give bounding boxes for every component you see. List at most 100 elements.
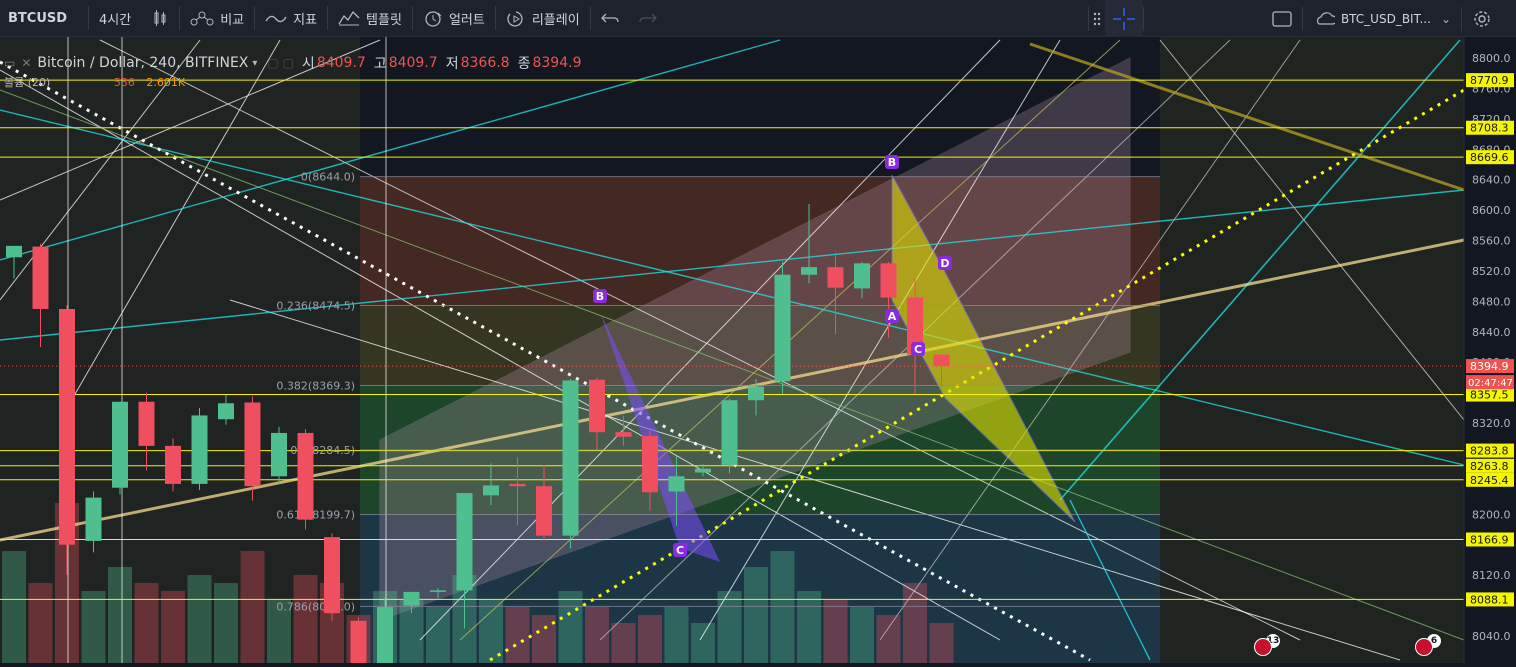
volume-bar [770, 551, 795, 663]
interval-label: 4시간 [99, 12, 132, 28]
volume-bar [903, 583, 927, 663]
candle-body [483, 485, 499, 496]
right-shade-zone [1160, 37, 1464, 663]
volume-bar [505, 607, 530, 663]
chart-type-button[interactable] [141, 0, 179, 37]
alert-label: 얼러트 [448, 12, 485, 28]
legend-buttons[interactable]: ▢ ▢ [267, 56, 294, 70]
candle-body [297, 432, 314, 520]
level-price-label: 8770.9 [1470, 74, 1509, 87]
candle-body [430, 590, 446, 592]
legend-title[interactable]: Bitcoin / Dollar, 240, BITFINEX [37, 55, 248, 71]
legend-eye-icon[interactable]: ▭ [4, 56, 15, 70]
price-axis-tick: 8440.0 [1472, 326, 1511, 339]
volume-bar [744, 567, 768, 663]
fullscreen-button[interactable] [1262, 0, 1302, 37]
price-axis-tick: 8800.0 [1472, 52, 1511, 65]
pattern-point-label: D [940, 257, 949, 270]
layout-controls [1088, 0, 1144, 37]
candle-body [112, 401, 128, 488]
candle-body [642, 435, 658, 493]
cloud-icon [1317, 11, 1335, 25]
alarm-clock-icon [425, 11, 442, 27]
fib-level-label: 0.618(8199.7) [276, 509, 355, 522]
replay-button[interactable]: 리플레이 [496, 0, 590, 37]
redo-icon [639, 13, 657, 23]
volume-legend[interactable]: 볼륨 (20) 536 2.601K [4, 74, 185, 90]
volume-bar [2, 551, 26, 663]
candle-body [85, 497, 102, 541]
legend-dropdown-icon[interactable]: ▾ [252, 58, 257, 69]
drag-handle[interactable] [1089, 0, 1105, 37]
alert-button[interactable]: 얼러트 [413, 0, 495, 37]
candle-body [403, 591, 420, 606]
flag-icon[interactable] [1415, 638, 1433, 656]
undo-button[interactable] [591, 0, 629, 37]
volume-bar [717, 591, 742, 663]
close-label: 종 [517, 56, 531, 72]
price-axis-tick: 8520.0 [1472, 265, 1511, 278]
candle-body [748, 386, 764, 401]
crosshair-button[interactable] [1105, 0, 1143, 37]
price-chart[interactable]: 0(8644.0)0.236(8474.5)0.382(8369.3)0.5(8… [0, 37, 1516, 667]
level-price-label: 8245.4 [1470, 474, 1509, 487]
volume-bar [664, 607, 689, 663]
candles-icon [154, 10, 166, 26]
left-shade-zone [0, 37, 360, 663]
indicators-button[interactable]: 지표 [255, 0, 327, 37]
candle-body [774, 274, 791, 382]
fib-level-label: 0.786(8079.0) [276, 600, 355, 613]
price-axis-tick: 8560.0 [1472, 235, 1511, 248]
layout-name-button[interactable]: BTC_USD_BIT... ⌄ [1303, 0, 1461, 37]
candle-body [562, 380, 579, 536]
volume-bar [240, 551, 265, 663]
candle-body [218, 403, 234, 420]
gear-icon [1474, 10, 1490, 27]
templates-button[interactable]: 템플릿 [328, 0, 412, 37]
pattern-point-label: C [914, 343, 922, 356]
candle-body [933, 354, 950, 367]
volume-bar [187, 575, 212, 663]
candle-body [138, 401, 155, 446]
volume-bar [823, 599, 848, 663]
candle-body [801, 267, 817, 275]
pattern-point-label: C [676, 544, 684, 557]
price-axis-tick: 8480.0 [1472, 295, 1511, 308]
fib-level-label: 0(8644.0) [301, 171, 355, 184]
templates-icon [338, 10, 360, 26]
low-value: 8366.8 [460, 55, 510, 71]
chart-pane[interactable]: 0(8644.0) 0.236(8474.5) 0.382(8369.3) 0.5(8… [0, 37, 1516, 667]
candle-body [695, 468, 711, 473]
legend-close-icon[interactable]: ✕ [21, 56, 31, 70]
level-price-label: 8283.8 [1470, 445, 1509, 458]
flag-icon[interactable] [1254, 638, 1272, 656]
interval-button[interactable]: 4시간 [89, 0, 141, 37]
current-price-label: 8394.9 [1470, 360, 1509, 373]
compare-button[interactable]: 비교 [180, 0, 254, 37]
volume-bar [638, 615, 662, 663]
level-price-label: 8263.8 [1470, 460, 1509, 473]
open-label: 시 [301, 56, 315, 72]
volume-bar [691, 623, 715, 663]
price-axis-tick: 8040.0 [1472, 630, 1511, 643]
redo-button[interactable] [629, 0, 667, 37]
volume-bar [611, 623, 636, 663]
compare-icon [190, 11, 214, 26]
volume-value: 536 [113, 76, 135, 89]
low-label: 저 [445, 56, 459, 72]
candle-body [191, 415, 208, 484]
top-toolbar: BTCUSD 4시간 비교 지표 템플릿 얼러트 리플레이 BTC_USD_BI… [0, 0, 1516, 37]
settings-button[interactable] [1462, 0, 1502, 37]
symbol-search-button[interactable]: BTCUSD [0, 0, 88, 37]
candle-body [536, 486, 552, 536]
volume-legend-name: 볼륨 (20) [4, 76, 51, 89]
candle-body [377, 607, 393, 667]
replay-label: 리플레이 [531, 12, 580, 28]
indicator-wave-icon [265, 15, 287, 23]
volume-bar [426, 607, 450, 663]
pattern-point-label: B [596, 290, 604, 303]
window-icon [1272, 10, 1292, 27]
volume-bar [28, 583, 53, 663]
volume-bar [81, 591, 106, 663]
candle-body [165, 445, 181, 484]
